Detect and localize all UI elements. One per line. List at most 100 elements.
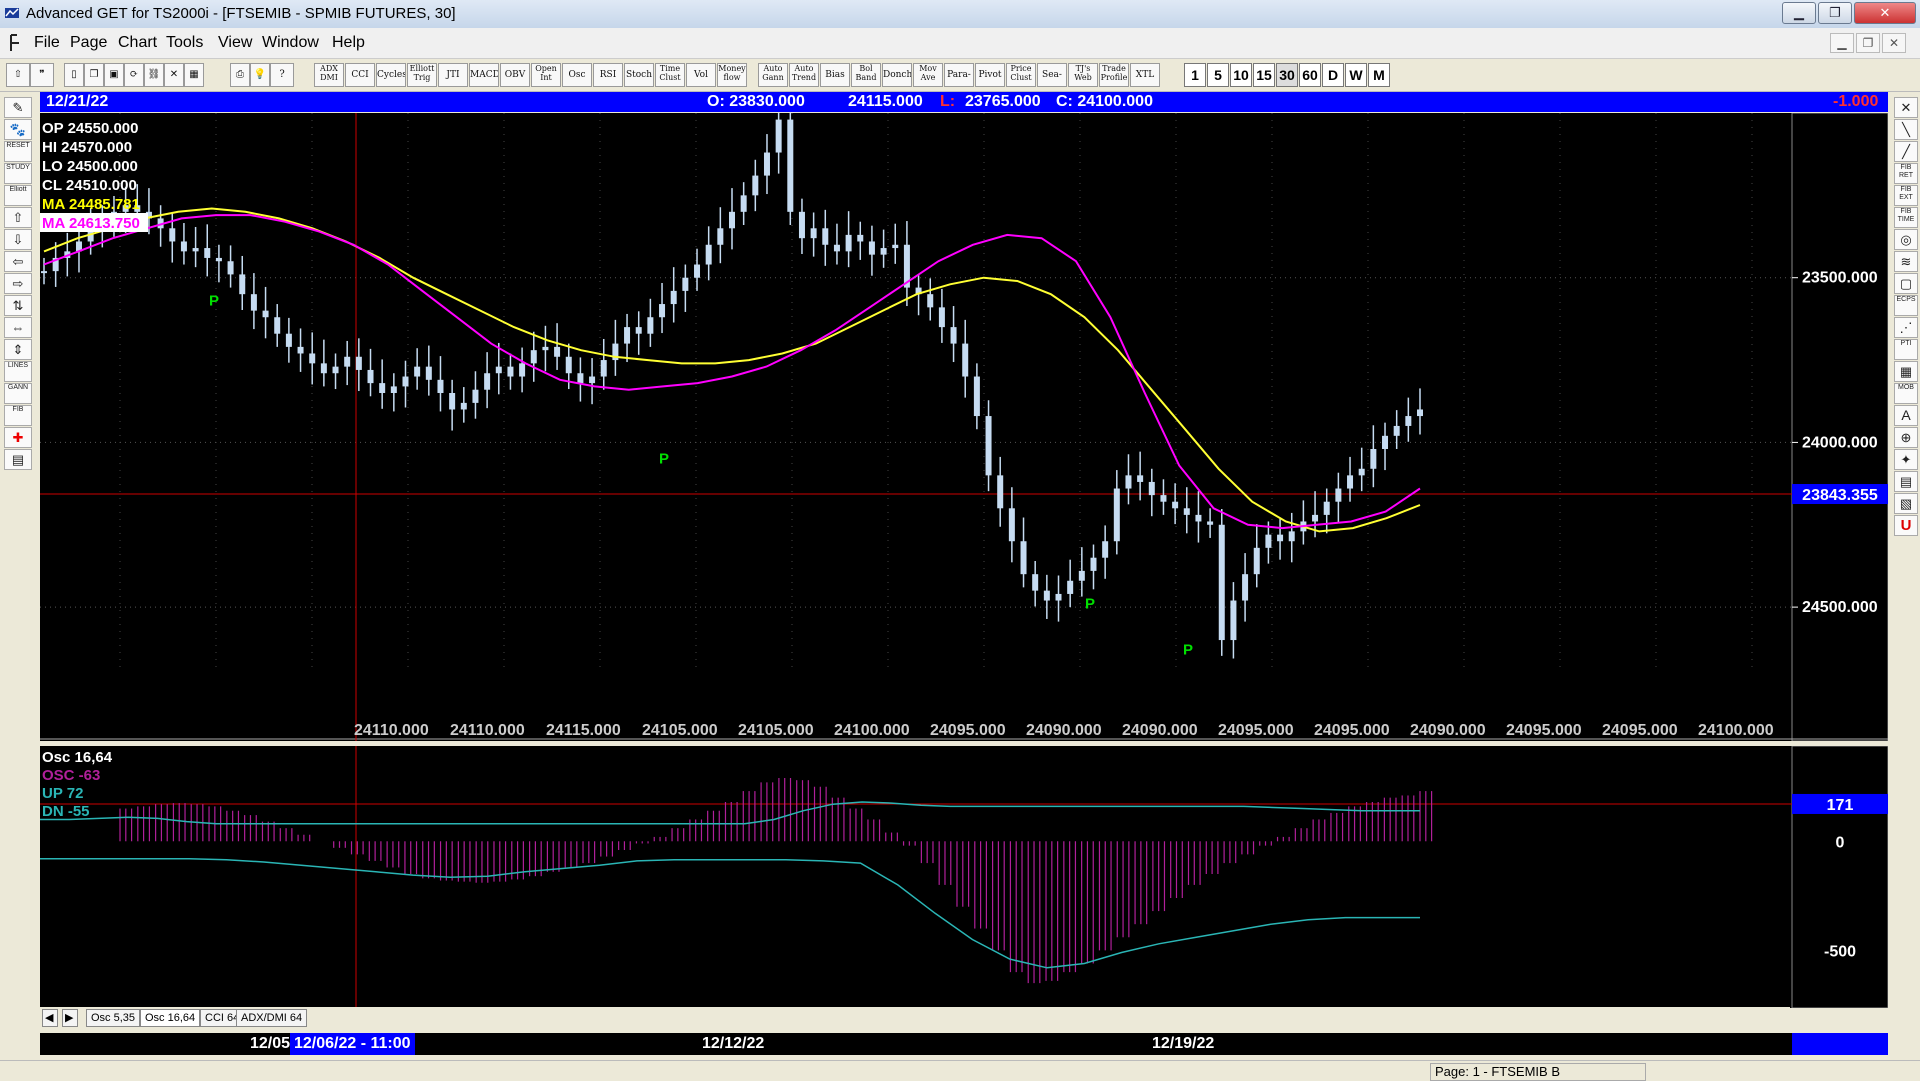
menu-file[interactable]: File (34, 34, 60, 52)
toolbar-cycles-button[interactable]: Cycles (376, 63, 406, 87)
left-tool-right-arrow-icon[interactable]: ⇨ (4, 273, 32, 294)
right-tool-fib-ext-icon[interactable]: FIB EXT (1894, 185, 1918, 206)
timeframe-60-button[interactable]: 60 (1299, 63, 1321, 87)
toolbar-trade-profile-button[interactable]: Trade Profile (1099, 63, 1129, 87)
left-tool-left-arrow-icon[interactable]: ⇦ (4, 251, 32, 272)
mdi-minimize-button[interactable]: ▁ (1830, 33, 1854, 53)
toolbar-obv-button[interactable]: OBV (500, 63, 530, 87)
toolbar-macd-button[interactable]: MACD (469, 63, 499, 87)
bulb-icon[interactable]: 💡 (250, 63, 270, 87)
toolbar-auto-gann-button[interactable]: Auto Gann (758, 63, 788, 87)
left-tool-elliott-icon[interactable]: Elliott (4, 185, 32, 206)
timeframe-5-button[interactable]: 5 (1207, 63, 1229, 87)
timeframe-d-button[interactable]: D (1322, 63, 1344, 87)
right-tool-trendline-icon[interactable]: ╲ (1894, 119, 1918, 140)
right-tool-marker-icon[interactable]: ✦ (1894, 449, 1918, 470)
mdi-close-button[interactable]: ✕ (1882, 33, 1906, 53)
left-tool-properties-icon[interactable]: ▤ (4, 449, 32, 470)
toolbar-donch-button[interactable]: Donch (882, 63, 912, 87)
right-tool-zoom-icon[interactable]: ⊕ (1894, 427, 1918, 448)
toolbar-jti-button[interactable]: JTI (438, 63, 468, 87)
right-tool-pattern-icon[interactable]: ⋰ (1894, 317, 1918, 338)
right-tool-channel-icon[interactable]: ╱ (1894, 141, 1918, 162)
price-chart-svg[interactable]: P P P P 24500.000 24000.000 23500.000 23843.355… (40, 95, 1889, 742)
right-tool-pti-icon[interactable]: PTI (1894, 339, 1918, 360)
right-tool-grid-icon[interactable]: ▦ (1894, 361, 1918, 382)
mdi-restore-button[interactable]: ❐ (1856, 33, 1880, 53)
left-tool-expand-v-icon[interactable]: ⇕ (4, 339, 32, 360)
left-tool-reset-icon[interactable]: RESET (4, 141, 32, 162)
toolbar-cci-button[interactable]: CCI (345, 63, 375, 87)
help-icon[interactable]: ? (270, 63, 294, 87)
grid-icon[interactable]: ▦ (184, 63, 204, 87)
close-button[interactable]: ✕ (1854, 2, 1916, 24)
right-tool-u-turn-icon[interactable]: U (1894, 515, 1918, 536)
left-tool-down-arrow-icon[interactable]: ⇩ (4, 229, 32, 250)
timeframe-10-button[interactable]: 10 (1230, 63, 1252, 87)
maximize-button[interactable]: ❐ (1818, 2, 1852, 24)
left-tool-fib-icon[interactable]: FIB (4, 405, 32, 426)
toolbar-sea-sonals-button[interactable]: Sea-sonals (1037, 63, 1067, 87)
menu-window[interactable]: Window (262, 34, 319, 52)
copy-icon[interactable]: ❐ (84, 63, 104, 87)
minimize-button[interactable]: ▁ (1782, 2, 1816, 24)
toolbar-auto-trend-button[interactable]: Auto Trend (789, 63, 819, 87)
tab-scroll-right-icon[interactable]: ▶ (62, 1009, 78, 1027)
oscillator-chart[interactable]: 0 -500 171 Osc 16,64 OSC -63 UP 72 DN -55 (40, 745, 1889, 1009)
new-page-icon[interactable]: ▯ (64, 63, 84, 87)
right-tool-fib-time-icon[interactable]: FIB TIME (1894, 207, 1918, 228)
toolbar-osc-button[interactable]: Osc (562, 63, 592, 87)
toolbar-money-flow-button[interactable]: Money flow (717, 63, 747, 87)
toolbar-open-int-button[interactable]: Open Int (531, 63, 561, 87)
right-tool-text-icon[interactable]: A (1894, 405, 1918, 426)
timeframe-m-button[interactable]: M (1368, 63, 1390, 87)
quote-icon[interactable]: ❞ (30, 63, 54, 87)
tab-scroll-left-icon[interactable]: ◀ (42, 1009, 58, 1027)
right-tool-circle-icon[interactable]: ◎ (1894, 229, 1918, 250)
menu-chart[interactable]: Chart (118, 34, 157, 52)
toolbar-tj-s-web-button[interactable]: TJ's Web (1068, 63, 1098, 87)
price-chart[interactable]: P P P P 24500.000 24000.000 23500.000 23843.355… (40, 95, 1889, 742)
menu-page[interactable]: Page (70, 34, 107, 52)
cross-icon[interactable]: ✕ (164, 63, 184, 87)
tab-osc-5-35[interactable]: Osc 5,35 (86, 1009, 141, 1027)
toolbar-elliott-trig-button[interactable]: Elliott Trig (407, 63, 437, 87)
toolbar-price-clust-button[interactable]: Price Clust (1006, 63, 1036, 87)
link-icon[interactable]: ⛓ (144, 63, 164, 87)
toolbar-adx-dmi-button[interactable]: ADX DMI (314, 63, 344, 87)
menu-help[interactable]: Help (332, 34, 365, 52)
toolbar-bias-button[interactable]: Bias (820, 63, 850, 87)
page-icon[interactable]: ▣ (104, 63, 124, 87)
left-tool-pattern-icon[interactable]: 🐾 (4, 119, 32, 140)
right-tool-fib-ret-icon[interactable]: FIB RET (1894, 163, 1918, 184)
toolbar-xtl-button[interactable]: XTL (1130, 63, 1160, 87)
right-tool-close-icon[interactable]: ✕ (1894, 97, 1918, 118)
timeframe-30-button[interactable]: 30 (1276, 63, 1298, 87)
toolbar-mov-ave-button[interactable]: Mov Ave (913, 63, 943, 87)
refresh-icon[interactable]: ⟳ (124, 63, 144, 87)
oscillator-chart-svg[interactable]: 0 -500 171 Osc 16,64OSC -63UP 72DN -55 (40, 745, 1889, 1009)
toolbar-rsi-button[interactable]: RSI (593, 63, 623, 87)
tab-osc-16-64[interactable]: Osc 16,64 (140, 1009, 201, 1027)
left-tool-up-arrow-icon[interactable]: ⇧ (4, 207, 32, 228)
timeframe-w-button[interactable]: W (1345, 63, 1367, 87)
left-tool-open-icon[interactable]: ✎ (4, 97, 32, 118)
left-tool-compress-icon[interactable]: ⇅ (4, 295, 32, 316)
left-tool-expand-h-icon[interactable]: ⇔ (4, 317, 32, 338)
toolbar-bol-band-button[interactable]: Bol Band (851, 63, 881, 87)
right-tool-rectangle-icon[interactable]: ▢ (1894, 273, 1918, 294)
menu-view[interactable]: View (218, 34, 252, 52)
toolbar-stoch-button[interactable]: Stoch (624, 63, 654, 87)
toolbar-para-bolic-button[interactable]: Para-bolic (944, 63, 974, 87)
tab-adx-dmi-64[interactable]: ADX/DMI 64 (236, 1009, 308, 1027)
timeframe-15-button[interactable]: 15 (1253, 63, 1275, 87)
right-tool-table-icon[interactable]: ▧ (1894, 493, 1918, 514)
toolbar-vol-button[interactable]: Vol (686, 63, 716, 87)
right-tool-fan-icon[interactable]: ≋ (1894, 251, 1918, 272)
timeframe-1-button[interactable]: 1 (1184, 63, 1206, 87)
left-tool-crosshair-icon[interactable]: ✚ (4, 427, 32, 448)
toolbar-pivot-button[interactable]: Pivot (975, 63, 1005, 87)
left-tool-gann-icon[interactable]: GANN (4, 383, 32, 404)
left-tool-study-icon[interactable]: STUDY (4, 163, 32, 184)
pointer-icon[interactable]: ⇧ (6, 63, 30, 87)
